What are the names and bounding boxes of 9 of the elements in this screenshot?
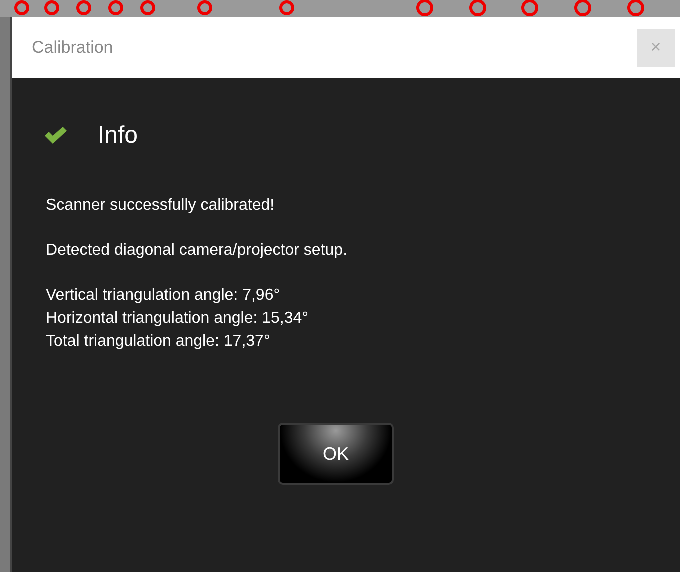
message-text: Vertical triangulation angle: 7,96° bbox=[46, 286, 282, 306]
window-title: Calibration bbox=[32, 36, 114, 59]
info-heading: Info bbox=[98, 121, 138, 151]
ok-button[interactable]: OK bbox=[278, 423, 394, 485]
message-text: Total triangulation angle: 17,37° bbox=[46, 332, 272, 352]
check-icon bbox=[44, 127, 68, 145]
message-text: Scanner successfully calibrated! bbox=[46, 196, 276, 216]
message-text: Horizontal triangulation angle: 15,34° bbox=[46, 309, 310, 329]
message-text: Detected diagonal camera/projector setup. bbox=[46, 241, 349, 261]
